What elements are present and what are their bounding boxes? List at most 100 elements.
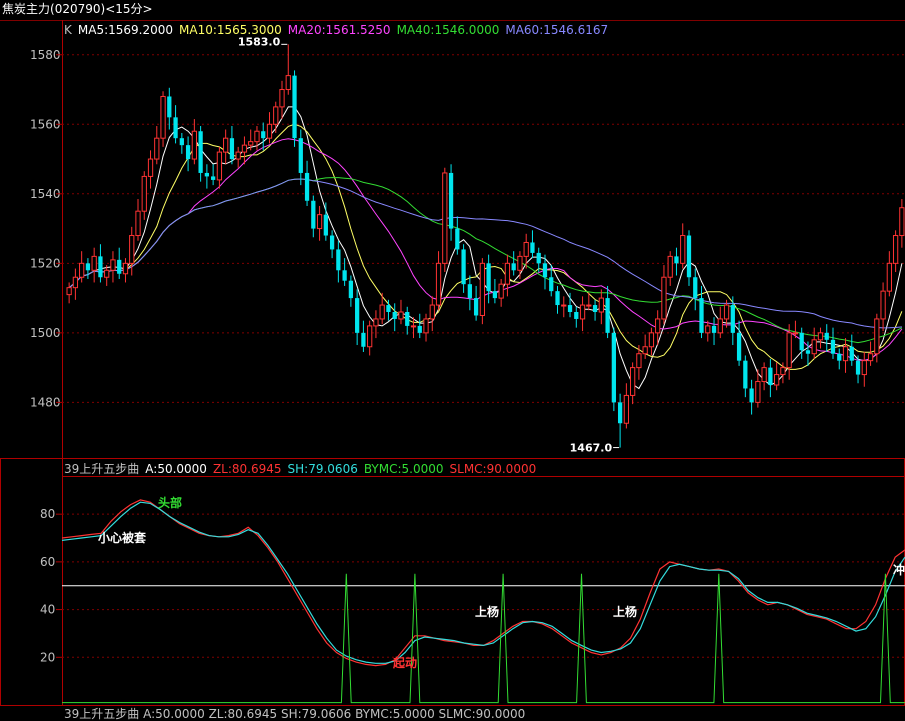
candle	[786, 324, 792, 380]
candle	[216, 146, 223, 189]
candle-body	[492, 291, 498, 299]
candle-body	[755, 381, 761, 403]
candle-body	[361, 332, 366, 347]
candle-body	[198, 131, 203, 173]
candle-body	[216, 151, 223, 181]
candle	[574, 306, 579, 328]
candle-body	[410, 325, 417, 328]
candle	[85, 258, 91, 279]
candle-body	[586, 304, 592, 307]
candle	[417, 313, 422, 339]
indicator-tick-label: 60	[40, 555, 55, 569]
candle	[867, 341, 874, 366]
candle-body	[229, 138, 235, 160]
indicator-legend-item: SLMC:90.0000	[449, 462, 537, 476]
candle	[617, 393, 623, 448]
indicator-annotation: 小心被套	[98, 530, 147, 545]
candle	[705, 320, 711, 342]
candle-body	[517, 255, 523, 271]
candle-body	[91, 255, 97, 271]
candle	[667, 251, 673, 286]
candle	[122, 258, 129, 283]
candle-body	[736, 332, 742, 361]
candle-body	[892, 235, 899, 264]
candle-body	[855, 360, 861, 375]
kline-tick-label: 1560	[30, 117, 61, 131]
indicator-legend-item: SH:79.0606	[287, 462, 358, 476]
candle-body	[561, 304, 567, 307]
candle	[392, 303, 397, 332]
candle	[886, 251, 892, 297]
candle	[367, 320, 373, 356]
candle-body	[323, 214, 328, 236]
candle	[336, 240, 341, 283]
candle-body	[630, 367, 636, 396]
candle-body	[72, 276, 79, 289]
candle-body	[122, 262, 129, 275]
candle	[117, 247, 122, 279]
indicator-panel-frame	[0, 458, 905, 706]
candle	[304, 160, 310, 206]
candle-body	[743, 360, 748, 389]
candle-body	[98, 256, 103, 278]
candle-body	[523, 241, 529, 257]
candle	[311, 195, 316, 238]
candle-body	[117, 259, 122, 274]
candle	[824, 324, 829, 352]
candle	[398, 299, 404, 325]
candle-body	[723, 304, 730, 320]
candle-body	[498, 283, 504, 299]
candle	[191, 119, 197, 165]
candle	[486, 254, 491, 304]
candle-body	[623, 394, 630, 424]
candle-body	[661, 276, 667, 320]
candle-body	[405, 312, 410, 326]
candle-body	[448, 172, 454, 229]
candle	[811, 327, 817, 359]
candle-body	[780, 367, 786, 376]
candle-body	[285, 75, 291, 91]
indicator-annotation: 起动	[392, 655, 417, 670]
candle-body	[542, 263, 548, 278]
candle	[386, 299, 391, 321]
candle	[204, 164, 210, 189]
candle-body	[817, 332, 824, 341]
candle	[423, 313, 429, 342]
kline-tick-label: 1580	[30, 48, 61, 62]
candle	[774, 362, 780, 391]
candle	[185, 136, 191, 172]
candle-body	[486, 263, 491, 292]
candle	[605, 285, 610, 339]
candle-body	[811, 339, 817, 355]
candle	[749, 379, 754, 415]
candle-body	[579, 304, 586, 320]
candle-body	[329, 235, 335, 250]
candle-body	[786, 332, 792, 369]
candle	[768, 358, 773, 398]
candle	[892, 230, 899, 273]
candle-body	[147, 158, 154, 177]
candle-body	[605, 298, 610, 333]
candle-body	[617, 402, 623, 424]
candle-body	[110, 259, 116, 271]
candle-body	[423, 318, 429, 334]
candle-body	[805, 350, 811, 354]
candle	[285, 44, 291, 95]
candle	[72, 268, 79, 300]
candle-body	[642, 346, 648, 355]
candle	[743, 355, 748, 398]
candle-body	[355, 298, 360, 333]
bymc-line	[62, 573, 905, 704]
kline-tick-label: 1500	[30, 326, 61, 340]
candle	[736, 320, 742, 366]
candle	[429, 296, 435, 332]
candle-body	[398, 311, 404, 320]
candle	[674, 247, 679, 276]
extreme-price-label: 1467.0	[570, 442, 613, 455]
candle-body	[768, 367, 773, 385]
candle	[623, 383, 630, 429]
candle-body	[266, 123, 273, 139]
candle	[880, 282, 886, 332]
candle-body	[129, 235, 135, 264]
indicator-legend-item: ZL:80.6945	[212, 462, 282, 476]
